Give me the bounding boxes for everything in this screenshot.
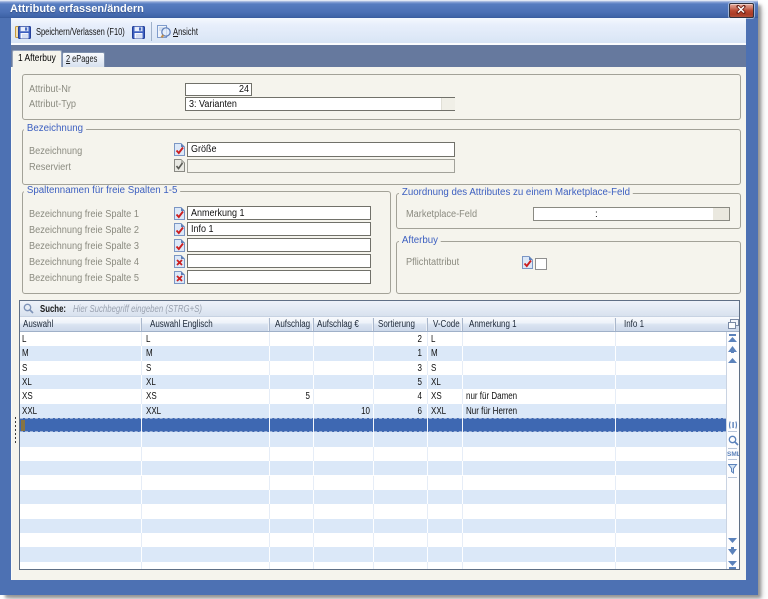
svg-text:SML: SML <box>727 451 739 458</box>
